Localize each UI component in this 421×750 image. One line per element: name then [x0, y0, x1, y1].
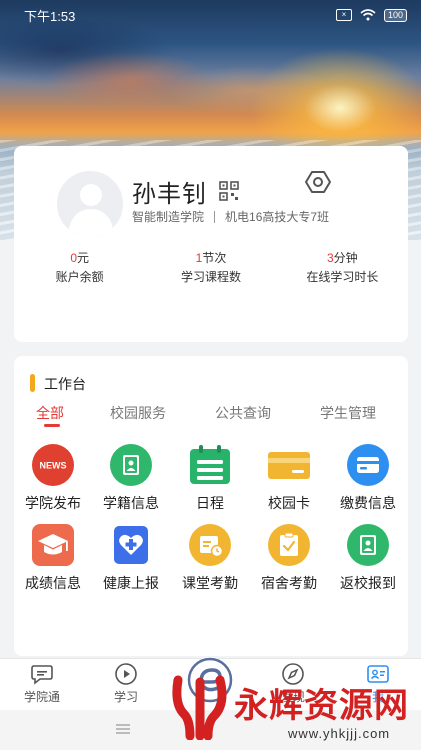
dorm-attendance-icon: [268, 524, 310, 566]
app-label: 宿舍考勤: [261, 575, 317, 591]
app-class-attendance[interactable]: 课堂考勤: [171, 524, 249, 593]
app-student-records[interactable]: 学籍信息: [92, 444, 170, 513]
stat-value: 0: [70, 251, 77, 265]
tab-student-management[interactable]: 学生管理: [320, 403, 376, 423]
stat-unit: 分钟: [333, 251, 358, 265]
graduation-cap-icon: [32, 524, 74, 566]
chat-bubble-icon: [31, 665, 53, 685]
news-icon: NEWS: [32, 444, 74, 486]
tab-campus-services[interactable]: 校园服务: [110, 403, 166, 423]
nav-label: 学习: [113, 690, 138, 704]
app-label: 课堂考勤: [182, 575, 238, 591]
watermark-url: www.yhkjjj.com: [288, 726, 391, 741]
stat-value: 3: [326, 251, 334, 265]
status-time: 下午1:53: [24, 8, 76, 24]
app-label: 缴费信息: [340, 495, 396, 511]
battery-icon: 100: [383, 8, 407, 22]
tab-public-query[interactable]: 公共查询: [215, 403, 271, 423]
stat-unit: 元: [77, 251, 90, 265]
avatar[interactable]: [54, 168, 126, 240]
class-attendance-icon: [189, 524, 231, 566]
watermark-brand: 永辉资源网: [234, 687, 409, 725]
student-record-icon: [110, 444, 152, 486]
campus-card-icon: [268, 452, 310, 479]
app-payment-info[interactable]: 缴费信息: [329, 444, 407, 513]
stat-study-time[interactable]: 3分钟 在线学习时长: [277, 249, 408, 285]
watermark-logo-icon: [172, 675, 227, 740]
qr-code-icon[interactable]: [219, 181, 239, 201]
stat-balance[interactable]: 0元 账户余额: [14, 249, 145, 285]
stat-label: 学习课程数: [180, 270, 241, 284]
user-name: 孙丰钊: [132, 181, 207, 208]
workbench-tabs: 全部 校园服务 公共查询 学生管理: [14, 403, 408, 429]
app-label: 成绩信息: [25, 575, 81, 591]
status-icons: × 100: [335, 8, 407, 22]
menu-icon[interactable]: [116, 724, 130, 734]
tab-all[interactable]: 全部: [36, 403, 64, 423]
return-report-icon: [347, 524, 389, 566]
app-label: 返校报到: [340, 575, 396, 591]
app-grades[interactable]: 成绩信息: [14, 524, 92, 593]
status-bar: 下午1:53 × 100: [0, 0, 421, 30]
profile-card: 孙丰钊 智能制造学院 机电16高技大专7班 0元 账户余额 1节次 学习课程数 …: [14, 146, 408, 342]
class-name: 机电16高技大专7班: [225, 210, 330, 224]
workbench-title: 工作台: [44, 376, 86, 392]
meta-divider: [214, 210, 216, 223]
app-label: 健康上报: [103, 575, 159, 591]
watermark: 永辉资源网 www.yhkjjj.com: [168, 668, 421, 750]
app-health-report[interactable]: 健康上报: [92, 524, 170, 593]
calendar-icon: [190, 445, 230, 484]
avatar-body: [69, 209, 113, 237]
settings-icon[interactable]: [304, 168, 332, 196]
stat-unit: 节次: [202, 251, 227, 265]
health-report-icon: [114, 526, 148, 564]
nav-item-study[interactable]: 学习: [90, 662, 162, 705]
profile-meta: 智能制造学院 机电16高技大专7班: [132, 208, 329, 225]
svg-text:NEWS: NEWS: [40, 461, 67, 471]
stat-label: 在线学习时长: [306, 270, 379, 284]
stats-row: 0元 账户余额 1节次 学习课程数 3分钟 在线学习时长: [14, 249, 408, 285]
college-name: 智能制造学院: [132, 210, 205, 224]
app-college-news[interactable]: NEWS 学院发布: [14, 444, 92, 513]
wifi-icon: [360, 9, 376, 21]
title-accent-bar: [30, 374, 35, 392]
app-schedule[interactable]: 日程: [171, 444, 249, 513]
avatar-head: [80, 184, 102, 206]
play-circle-icon: [115, 663, 137, 685]
app-return-registration[interactable]: 返校报到: [329, 524, 407, 593]
app-campus-card[interactable]: 校园卡: [250, 444, 328, 513]
nav-item-college-connect[interactable]: 学院通: [6, 662, 78, 705]
app-dorm-attendance[interactable]: 宿舍考勤: [250, 524, 328, 593]
sim-icon: ×: [335, 9, 352, 21]
active-tab-indicator: [44, 424, 60, 427]
sunset-clouds: [0, 20, 421, 130]
app-label: 校园卡: [268, 495, 310, 511]
stat-label: 账户余额: [55, 270, 104, 284]
app-label: 学院发布: [25, 495, 81, 511]
nav-label: 学院通: [23, 690, 60, 704]
stat-courses[interactable]: 1节次 学习课程数: [145, 249, 276, 285]
workbench-panel: 工作台 全部 校园服务 公共查询 学生管理 NEWS 学院发布 学籍信息 日程 …: [14, 356, 408, 656]
app-label: 日程: [196, 495, 224, 511]
payment-card-icon: [347, 444, 389, 486]
app-label: 学籍信息: [103, 495, 159, 511]
